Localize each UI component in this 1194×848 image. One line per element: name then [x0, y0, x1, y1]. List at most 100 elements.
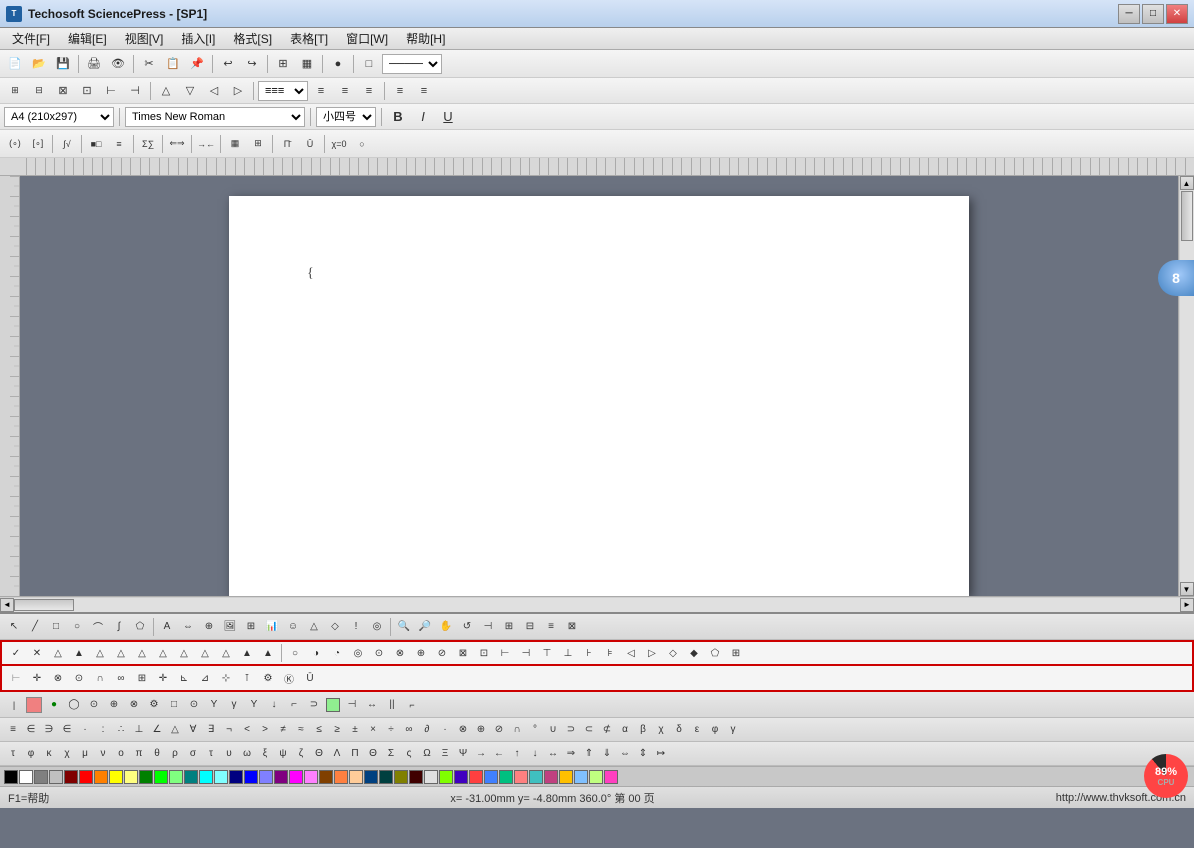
- menu-view[interactable]: 视图[V]: [117, 29, 172, 49]
- canvas-background[interactable]: {: [20, 176, 1178, 596]
- color-darkgreen[interactable]: [139, 770, 153, 784]
- sym2-1[interactable]: ⊢: [6, 668, 26, 688]
- circle-fill-btn[interactable]: ●: [327, 53, 349, 75]
- color-custom3[interactable]: [544, 770, 558, 784]
- gr7[interactable]: ο: [112, 744, 130, 764]
- scroll-up-arrow[interactable]: ▲: [1180, 176, 1194, 190]
- gr5[interactable]: μ: [76, 744, 94, 764]
- menu-edit[interactable]: 编辑[E]: [60, 29, 115, 49]
- color-magenta[interactable]: [289, 770, 303, 784]
- spec2[interactable]: [26, 697, 42, 713]
- color-white[interactable]: [19, 770, 33, 784]
- color-custom5[interactable]: [574, 770, 588, 784]
- sym-tri-up3[interactable]: △: [90, 643, 110, 663]
- justify-btn[interactable]: ≡: [389, 80, 411, 102]
- tb2-btn5[interactable]: ⊢: [100, 80, 122, 102]
- color-brown[interactable]: [319, 770, 333, 784]
- msym-forall[interactable]: ∀: [184, 720, 202, 740]
- msym-dot1[interactable]: ·: [76, 720, 94, 740]
- special-btn5[interactable]: ≡: [108, 133, 130, 155]
- tb2-btn8[interactable]: ▽: [179, 80, 201, 102]
- msym-otimes[interactable]: ⊗: [454, 720, 472, 740]
- color-mint[interactable]: [499, 770, 513, 784]
- msym-lt[interactable]: <: [238, 720, 256, 740]
- sym-tri-up6[interactable]: △: [153, 643, 173, 663]
- color-lightgreen[interactable]: [169, 770, 183, 784]
- sym2-11[interactable]: ⊹: [216, 668, 236, 688]
- color-lime[interactable]: [439, 770, 453, 784]
- sym2-8[interactable]: ✛: [153, 668, 173, 688]
- symbol-tool[interactable]: ⊕: [199, 617, 219, 637]
- text-tool[interactable]: A: [157, 617, 177, 637]
- spec12[interactable]: γ: [224, 695, 244, 715]
- spec13[interactable]: Υ: [244, 695, 264, 715]
- font-select[interactable]: Times New Roman: [125, 107, 305, 127]
- msym-union[interactable]: ∪: [544, 720, 562, 740]
- nav-bubble[interactable]: 8: [1158, 260, 1194, 296]
- spec14[interactable]: ↓: [264, 695, 284, 715]
- horizontal-scrollbar[interactable]: ◄ ►: [0, 596, 1194, 612]
- msym-elem[interactable]: ∈: [22, 720, 40, 740]
- spacing-btn[interactable]: ≡: [413, 80, 435, 102]
- sym-tri-up5[interactable]: △: [132, 643, 152, 663]
- menu-file[interactable]: 文件[F]: [4, 29, 58, 49]
- align-left-select[interactable]: ≡≡≡: [258, 81, 308, 101]
- spec11[interactable]: Υ: [204, 695, 224, 715]
- gr36[interactable]: ⇕: [634, 744, 652, 764]
- sym2-6[interactable]: ∞: [111, 668, 131, 688]
- table-btn[interactable]: ▦: [296, 53, 318, 75]
- gr33[interactable]: ⇑: [580, 744, 598, 764]
- msym-equiv[interactable]: ≡: [4, 720, 22, 740]
- close-button[interactable]: ✕: [1166, 4, 1188, 24]
- tb2-btn1[interactable]: ⊞: [4, 80, 26, 102]
- undo-btn[interactable]: ↩: [217, 53, 239, 75]
- msym-neq[interactable]: ≠: [274, 720, 292, 740]
- color-cyan[interactable]: [199, 770, 213, 784]
- draw-circle-tool[interactable]: ○: [67, 617, 87, 637]
- tb2-btn7[interactable]: △: [155, 80, 177, 102]
- redo-btn[interactable]: ↪: [241, 53, 263, 75]
- sym-tri-up9[interactable]: △: [216, 643, 236, 663]
- gr31[interactable]: ↔: [544, 744, 562, 764]
- rect-btn[interactable]: □: [358, 53, 380, 75]
- diamond-tool[interactable]: ◇: [325, 617, 345, 637]
- gr26[interactable]: Ψ: [454, 744, 472, 764]
- gr16[interactable]: ψ: [274, 744, 292, 764]
- sym-a11[interactable]: ◇: [663, 643, 683, 663]
- menu-format[interactable]: 格式[S]: [225, 29, 280, 49]
- gr20[interactable]: Π: [346, 744, 364, 764]
- draw-rect-tool[interactable]: □: [46, 617, 66, 637]
- print-preview-btn[interactable]: 👁: [107, 53, 129, 75]
- hscroll-track[interactable]: [14, 598, 1180, 612]
- sym-a5[interactable]: ⊤: [537, 643, 557, 663]
- tb2-btn4[interactable]: ⊡: [76, 80, 98, 102]
- msym-angle[interactable]: ∠: [148, 720, 166, 740]
- special-btn12[interactable]: Ū: [299, 133, 321, 155]
- special-btn8[interactable]: →←: [195, 133, 217, 155]
- special-btn7[interactable]: ⇐⇒: [166, 133, 188, 155]
- msym-geq[interactable]: ≥: [328, 720, 346, 740]
- msym-dot2[interactable]: :: [94, 720, 112, 740]
- tb2-btn3[interactable]: ⊠: [52, 80, 74, 102]
- sym-tri-up[interactable]: △: [48, 643, 68, 663]
- color-maroon[interactable]: [409, 770, 423, 784]
- msym-oplus[interactable]: ⊕: [472, 720, 490, 740]
- gr6[interactable]: ν: [94, 744, 112, 764]
- spec10[interactable]: ⊙: [184, 695, 204, 715]
- new-btn[interactable]: 📄: [4, 53, 26, 75]
- msym-div[interactable]: ÷: [382, 720, 400, 740]
- gr19[interactable]: Λ: [328, 744, 346, 764]
- sym-cross2[interactable]: ✕: [27, 643, 47, 663]
- sym-circle[interactable]: ○: [285, 643, 305, 663]
- ungroup-tool[interactable]: ⊟: [520, 617, 540, 637]
- gr24[interactable]: Ω: [418, 744, 436, 764]
- sym2-9[interactable]: ⊾: [174, 668, 194, 688]
- paste-btn[interactable]: 📌: [186, 53, 208, 75]
- select-tool[interactable]: ↖: [4, 617, 24, 637]
- sym-tri-up4[interactable]: △: [111, 643, 131, 663]
- sym2-12[interactable]: ⊺: [237, 668, 257, 688]
- msym-approx[interactable]: ≈: [292, 720, 310, 740]
- gr22[interactable]: Σ: [382, 744, 400, 764]
- chart-tool[interactable]: 📊: [262, 617, 282, 637]
- group-tool[interactable]: ⊞: [499, 617, 519, 637]
